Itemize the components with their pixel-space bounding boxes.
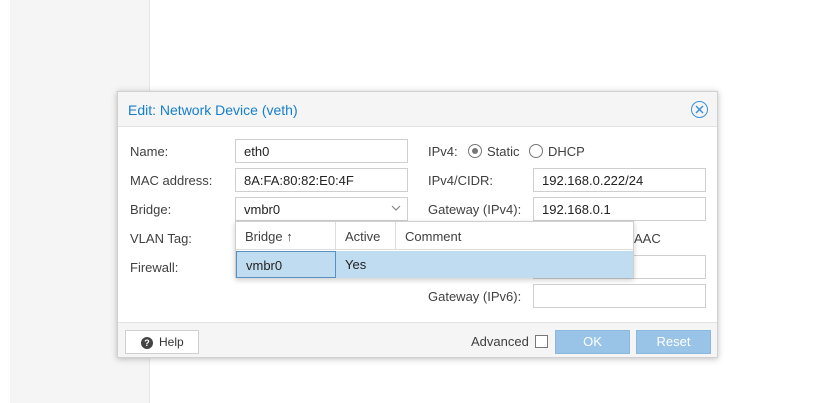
mac-address-field[interactable]: 8A:FA:80:82:E0:4F	[235, 168, 408, 192]
column-header-active[interactable]: Active	[336, 222, 396, 250]
bridge-combobox[interactable]: vmbr0	[235, 197, 408, 221]
ipv4-static-radio[interactable]	[468, 144, 482, 158]
ipv4-label: IPv4:	[428, 144, 458, 159]
dialog-header: Edit: Network Device (veth)	[118, 92, 717, 127]
close-icon[interactable]	[691, 101, 708, 118]
mac-address-label: MAC address:	[130, 173, 213, 188]
advanced-label: Advanced	[471, 334, 529, 349]
radio-selected-dot	[472, 148, 478, 154]
name-field[interactable]: eth0	[235, 139, 408, 163]
vlan-tag-label: VLAN Tag:	[130, 231, 192, 246]
gateway-ipv6-field[interactable]	[533, 284, 706, 308]
bridge-value: vmbr0	[244, 202, 281, 217]
cell-comment[interactable]	[396, 251, 633, 278]
cell-active[interactable]: Yes	[336, 251, 396, 278]
ipv4-dhcp-radio[interactable]	[529, 144, 543, 158]
ipv4-static-label[interactable]: Static	[487, 144, 520, 159]
reset-button[interactable]: Reset	[636, 330, 711, 354]
question-circle-icon: ?	[141, 337, 153, 349]
gateway-ipv4-label: Gateway (IPv4):	[428, 202, 522, 217]
help-button[interactable]: ? Help	[125, 330, 199, 354]
table-row[interactable]: vmbr0 Yes	[236, 251, 633, 278]
firewall-label: Firewall:	[130, 260, 179, 275]
ipv4-cidr-label: IPv4/CIDR:	[428, 173, 494, 188]
column-header-comment[interactable]: Comment	[396, 222, 633, 250]
grid-header: Bridge ↑ Active Comment	[236, 222, 633, 250]
gateway-ipv4-field[interactable]: 192.168.0.1	[533, 197, 706, 221]
ipv4-dhcp-label[interactable]: DHCP	[548, 144, 585, 159]
ipv6-slaac-partial-label: AAC	[634, 231, 661, 246]
close-x-glyph	[695, 105, 704, 114]
column-header-bridge[interactable]: Bridge ↑	[236, 222, 336, 250]
help-button-label: Help	[159, 335, 184, 349]
dialog-footer: ? Help Advanced OK Reset	[118, 322, 717, 357]
bridge-label: Bridge:	[130, 202, 172, 217]
ok-button[interactable]: OK	[555, 330, 630, 354]
left-edge	[0, 0, 10, 403]
chevron-down-icon[interactable]	[391, 203, 401, 213]
bridge-dropdown-grid: Bridge ↑ Active Comment vmbr0 Yes	[235, 221, 634, 278]
dialog-title: Edit: Network Device (veth)	[128, 102, 298, 118]
name-label: Name:	[130, 144, 169, 159]
advanced-checkbox[interactable]	[535, 335, 548, 348]
ipv4-cidr-field[interactable]: 192.168.0.222/24	[533, 168, 706, 192]
gateway-ipv6-label: Gateway (IPv6):	[428, 289, 522, 304]
cell-bridge[interactable]: vmbr0	[236, 251, 336, 278]
